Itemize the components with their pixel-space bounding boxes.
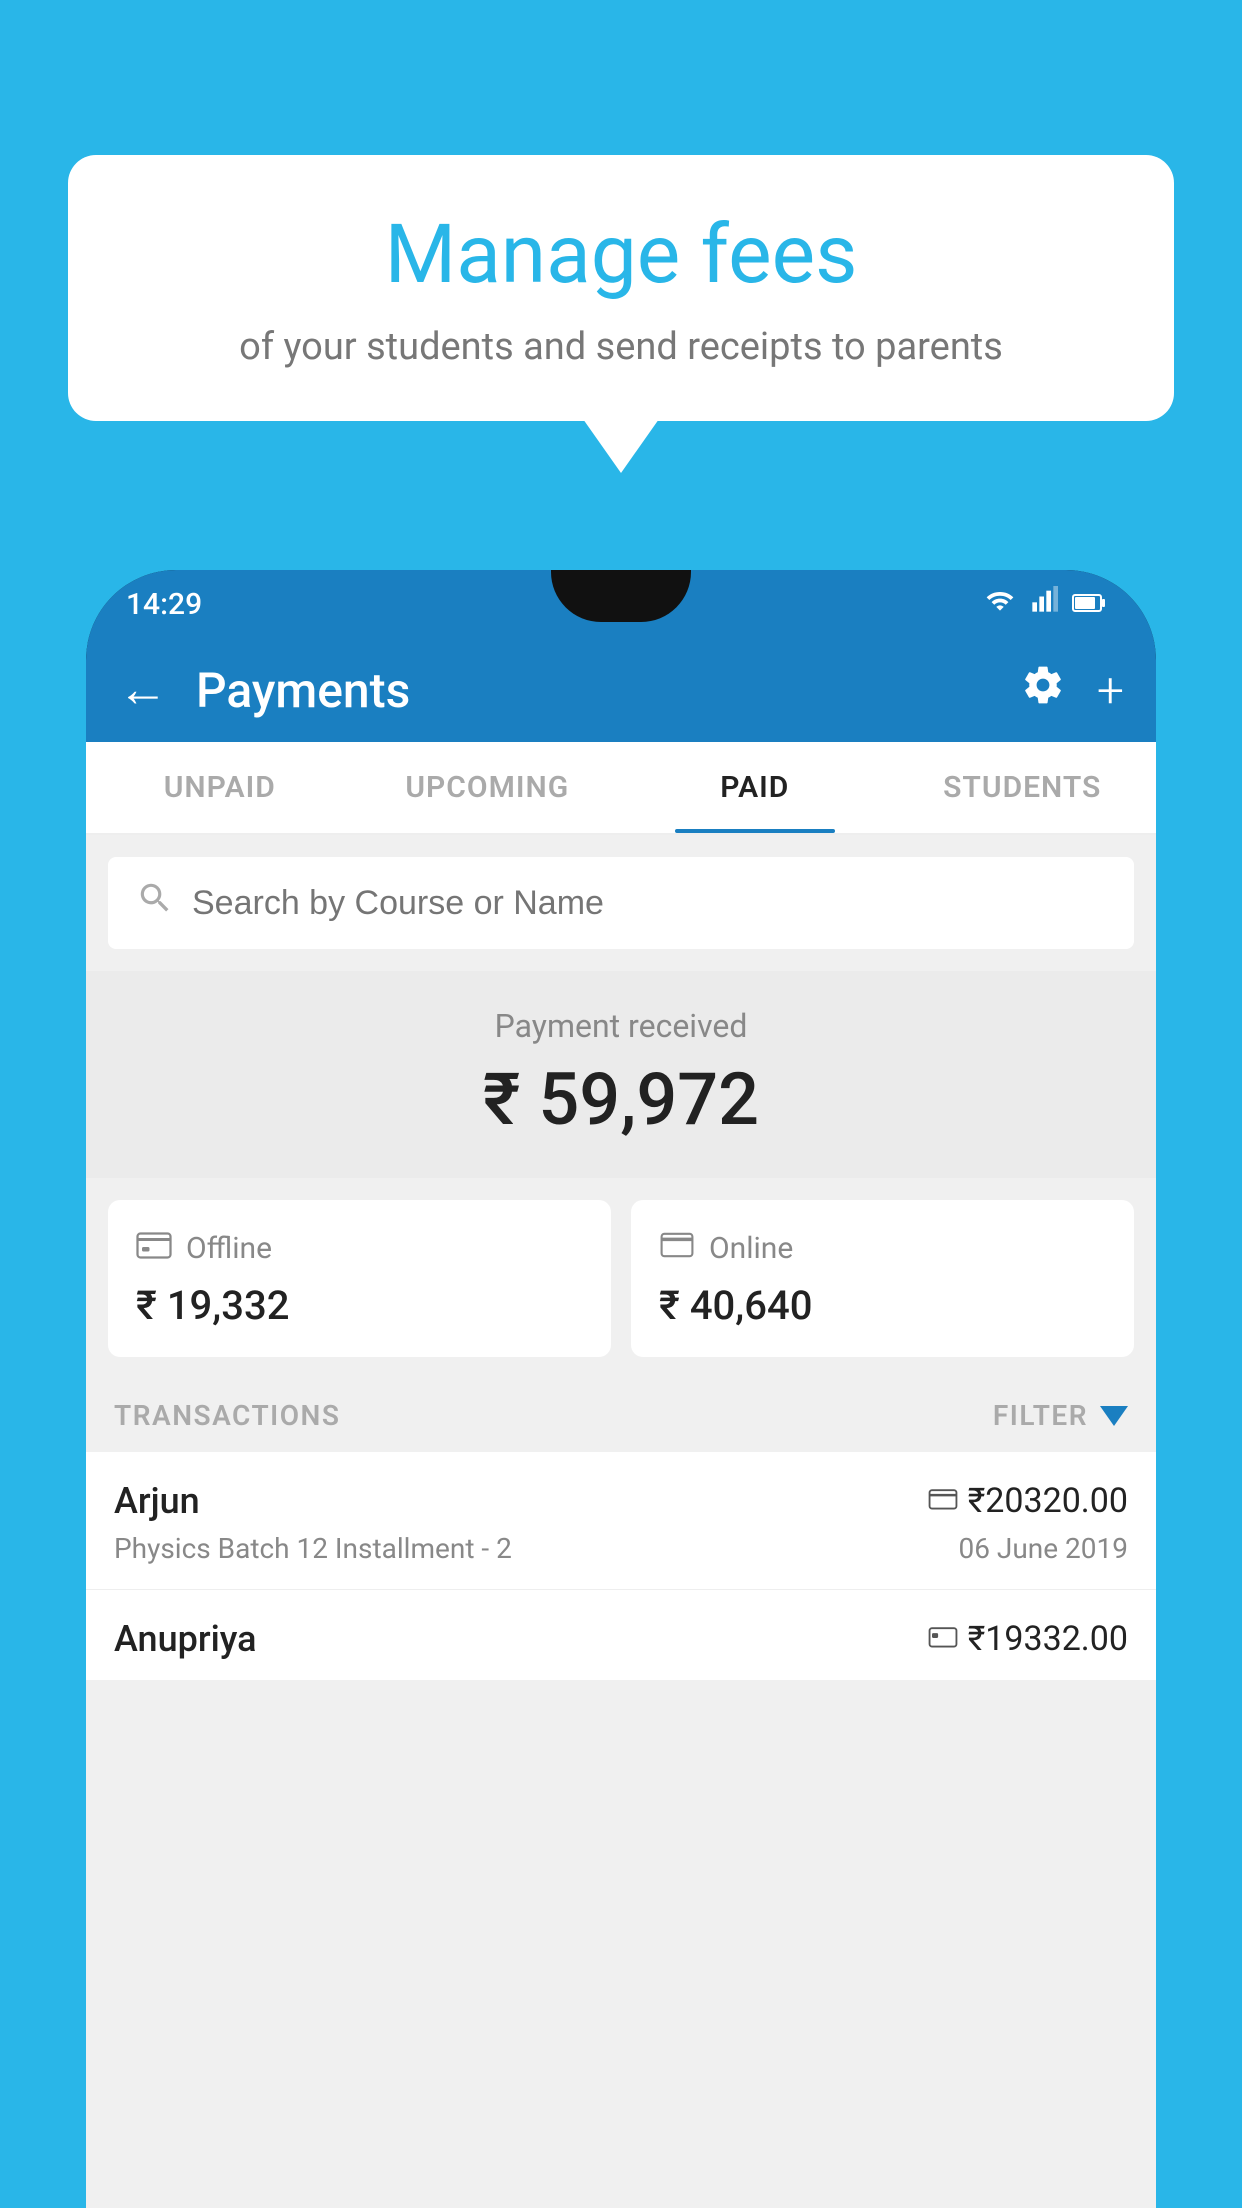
- card-icon: [928, 1485, 958, 1518]
- battery-icon: [1072, 587, 1106, 622]
- search-bar: [108, 857, 1134, 949]
- back-button[interactable]: ←: [118, 665, 168, 715]
- settings-button[interactable]: [1021, 662, 1065, 719]
- transactions-header: TRANSACTIONS FILTER: [86, 1379, 1156, 1452]
- status-icons: [984, 586, 1106, 622]
- wifi-icon: [984, 586, 1016, 622]
- speech-bubble: Manage fees of your students and send re…: [68, 155, 1174, 421]
- transaction-top-arjun: Arjun ₹20320.00: [114, 1480, 1128, 1522]
- online-label: Online: [709, 1231, 793, 1266]
- online-card: Online ₹ 40,640: [631, 1200, 1134, 1357]
- transaction-date-arjun: 06 June 2019: [958, 1532, 1128, 1565]
- filter-icon: [1100, 1406, 1128, 1426]
- payment-received-amount: ₹ 59,972: [106, 1057, 1136, 1142]
- offline-payment-icon: [136, 1228, 172, 1268]
- payment-received-section: Payment received ₹ 59,972: [86, 971, 1156, 1178]
- tabs-bar: UNPAID UPCOMING PAID STUDENTS: [86, 742, 1156, 835]
- transaction-amount-value-arjun: ₹20320.00: [968, 1481, 1128, 1521]
- tab-unpaid[interactable]: UNPAID: [86, 742, 354, 833]
- transaction-row[interactable]: Arjun ₹20320.00 Physics Batch 12 Install…: [86, 1452, 1156, 1590]
- tab-students[interactable]: STUDENTS: [889, 742, 1157, 833]
- tab-paid[interactable]: PAID: [621, 742, 889, 833]
- transaction-amount-anupriya: ₹19332.00: [928, 1619, 1128, 1659]
- online-payment-icon: [659, 1228, 695, 1268]
- transactions-label: TRANSACTIONS: [114, 1399, 340, 1432]
- transaction-row-partial[interactable]: Anupriya ₹19332.00: [86, 1590, 1156, 1680]
- transaction-top-anupriya: Anupriya ₹19332.00: [114, 1618, 1128, 1660]
- transaction-amount-arjun: ₹20320.00: [928, 1481, 1128, 1521]
- app-bar: ← Payments +: [86, 638, 1156, 742]
- manage-fees-title: Manage fees: [128, 207, 1114, 303]
- offline-card: Offline ₹ 19,332: [108, 1200, 611, 1357]
- tab-upcoming[interactable]: UPCOMING: [354, 742, 622, 833]
- phone-frame: 14:29: [86, 570, 1156, 2208]
- add-button[interactable]: +: [1097, 662, 1124, 719]
- transaction-name-arjun: Arjun: [114, 1480, 200, 1522]
- screen-content: Payment received ₹ 59,972: [86, 835, 1156, 2208]
- speech-bubble-container: Manage fees of your students and send re…: [68, 155, 1174, 421]
- payment-cards-row: Offline ₹ 19,332 Online: [86, 1178, 1156, 1379]
- filter-label: FILTER: [993, 1399, 1088, 1432]
- filter-button[interactable]: FILTER: [993, 1399, 1128, 1432]
- search-input[interactable]: [192, 884, 1106, 923]
- search-icon: [136, 879, 174, 927]
- offline-label: Offline: [186, 1231, 272, 1266]
- transaction-name-anupriya: Anupriya: [114, 1618, 257, 1660]
- signal-icon: [1030, 586, 1058, 622]
- status-time: 14:29: [126, 587, 202, 622]
- offline-card-header: Offline: [136, 1228, 583, 1268]
- app-bar-icons: +: [1021, 662, 1124, 719]
- online-amount: ₹ 40,640: [659, 1282, 1106, 1329]
- offline-amount: ₹ 19,332: [136, 1282, 583, 1329]
- payment-received-label: Payment received: [106, 1007, 1136, 1045]
- online-card-header: Online: [659, 1228, 1106, 1268]
- manage-fees-subtitle: of your students and send receipts to pa…: [128, 325, 1114, 369]
- transaction-course-arjun: Physics Batch 12 Installment - 2: [114, 1532, 512, 1565]
- transaction-bottom-arjun: Physics Batch 12 Installment - 2 06 June…: [114, 1532, 1128, 1565]
- phone-mockup: 14:29: [86, 570, 1156, 2208]
- page-title: Payments: [196, 662, 1021, 719]
- transaction-amount-value-anupriya: ₹19332.00: [968, 1619, 1128, 1659]
- cash-icon: [928, 1623, 958, 1656]
